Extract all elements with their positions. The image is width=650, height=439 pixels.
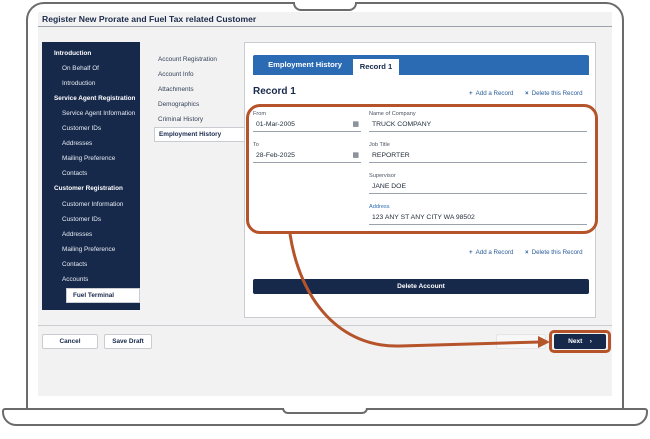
close-icon: × xyxy=(525,90,529,97)
delete-record-label: Delete this Record xyxy=(531,90,583,97)
sidebar-item-fuel-terminal[interactable]: Fuel Terminal xyxy=(66,288,140,303)
sidebar-item-agent-customer-ids[interactable]: Customer IDs xyxy=(42,121,140,136)
delete-record-label: Delete this Record xyxy=(531,249,583,256)
nav-attachments[interactable]: Attachments xyxy=(154,82,250,97)
previous-button-faded xyxy=(496,334,546,349)
sidebar-item-on-behalf-of[interactable]: On Behalf Of xyxy=(42,61,140,76)
nav-demographics[interactable]: Demographics xyxy=(154,97,250,112)
delete-record-button-bottom[interactable]: × Delete this Record xyxy=(525,249,583,256)
sidebar-section-introduction[interactable]: Introduction xyxy=(42,46,140,61)
delete-record-button[interactable]: × Delete this Record xyxy=(525,90,583,97)
sidebar-section-service-agent-registration[interactable]: Service Agent Registration xyxy=(42,91,140,106)
cancel-button[interactable]: Cancel xyxy=(42,334,98,349)
add-record-button-bottom[interactable]: + Add a Record xyxy=(469,249,513,256)
sidebar-item-agent-mailing-preference[interactable]: Mailing Preference xyxy=(42,151,140,166)
laptop-frame: Register New Prorate and Fuel Tax relate… xyxy=(0,0,650,439)
delete-account-button[interactable]: Delete Account xyxy=(253,279,589,294)
nav-account-info[interactable]: Account Info xyxy=(154,67,250,82)
laptop-base-notch xyxy=(282,408,368,414)
sidebar-section-customer-registration[interactable]: Customer Registration xyxy=(42,181,140,196)
add-record-label: Add a Record xyxy=(475,90,514,97)
tab-employment-history[interactable]: Employment History xyxy=(259,55,351,75)
sidebar-item-introduction[interactable]: Introduction xyxy=(42,76,140,91)
sidebar-item-customer-addresses[interactable]: Addresses xyxy=(42,227,140,242)
title-divider xyxy=(38,26,612,27)
add-record-label: Add a Record xyxy=(475,249,514,256)
plus-icon: + xyxy=(469,249,473,256)
sidebar-item-service-agent-information[interactable]: Service Agent Information xyxy=(42,106,140,121)
sidebar-item-agent-addresses[interactable]: Addresses xyxy=(42,136,140,151)
sidebar: Introduction On Behalf Of Introduction S… xyxy=(42,42,140,310)
footer-divider xyxy=(38,325,612,326)
tab-record-1[interactable]: Record 1 xyxy=(353,59,399,75)
laptop-notch xyxy=(293,2,357,11)
save-draft-button[interactable]: Save Draft xyxy=(104,334,152,349)
sidebar-item-customer-ids[interactable]: Customer IDs xyxy=(42,212,140,227)
sidebar-item-agent-contacts[interactable]: Contacts xyxy=(42,166,140,181)
record-title: Record 1 xyxy=(253,86,296,97)
page-title: Register New Prorate and Fuel Tax relate… xyxy=(42,14,257,24)
close-icon: × xyxy=(525,249,529,256)
sidebar-item-customer-information[interactable]: Customer Information xyxy=(42,197,140,212)
nav-employment-history[interactable]: Employment History xyxy=(154,127,250,142)
record-tabs: Employment History Record 1 xyxy=(253,55,589,75)
sidebar-item-customer-contacts[interactable]: Contacts xyxy=(42,257,140,272)
nav-account-registration[interactable]: Account Registration xyxy=(154,52,250,67)
plus-icon: + xyxy=(469,90,473,97)
nav-criminal-history[interactable]: Criminal History xyxy=(154,112,250,127)
add-record-button[interactable]: + Add a Record xyxy=(469,90,513,97)
highlight-ring-next xyxy=(549,330,611,353)
highlight-ring-fields xyxy=(246,104,598,234)
sidebar-item-customer-mailing-preference[interactable]: Mailing Preference xyxy=(42,242,140,257)
sidebar-item-accounts[interactable]: Accounts xyxy=(42,272,140,287)
